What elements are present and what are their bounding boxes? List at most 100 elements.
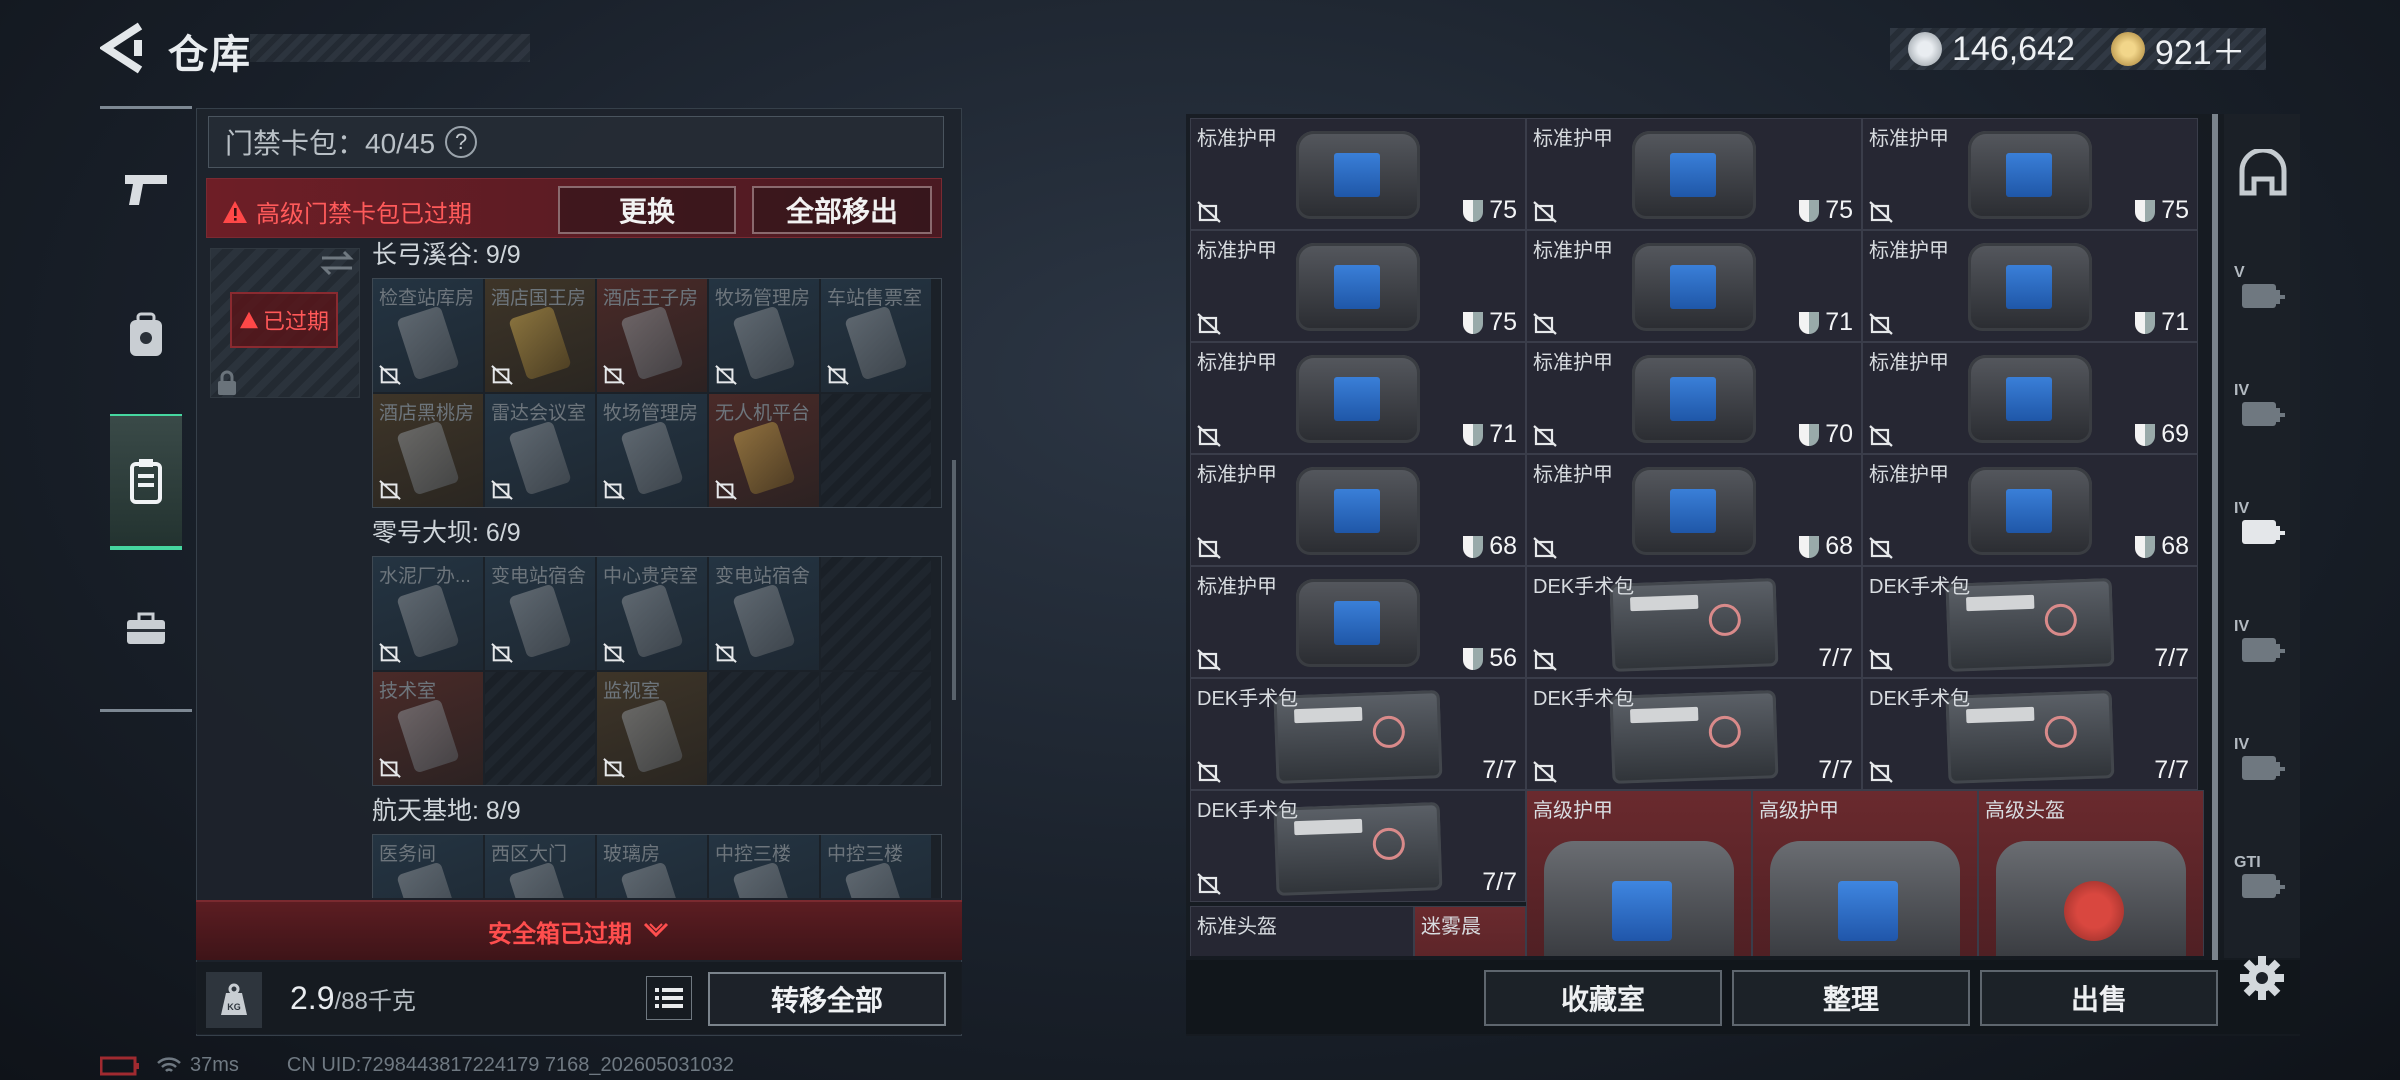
no-trade-icon: [379, 758, 401, 778]
advanced-helmet-item[interactable]: 高级头盔: [1978, 790, 2204, 956]
armor-item[interactable]: 标准护甲 71: [1862, 230, 2198, 342]
keycard-slot[interactable]: 车站售票室: [821, 279, 931, 392]
keycard-slot[interactable]: 变电站宿舍: [485, 557, 595, 670]
replace-button[interactable]: 更换: [558, 186, 736, 234]
keycard-slot[interactable]: 监视室: [597, 672, 707, 785]
medkit-slot-icon[interactable]: IV: [2232, 498, 2294, 564]
no-trade-icon: [1197, 537, 1221, 559]
keycard-slot[interactable]: 技术室: [373, 672, 483, 785]
keycard-slot[interactable]: 酒店黑桃房: [373, 394, 483, 507]
armor-item[interactable]: 标准护甲 75: [1190, 230, 1526, 342]
nav-weapons[interactable]: [110, 144, 182, 234]
sort-button[interactable]: 整理: [1732, 970, 1970, 1026]
nav-briefcase[interactable]: [110, 584, 182, 674]
keycard-slot[interactable]: 西区大门: [485, 835, 595, 898]
keycard-slot[interactable]: 中控三楼: [821, 835, 931, 898]
medkit-slot-icon[interactable]: IV: [2232, 616, 2294, 682]
helmet-slot-icon[interactable]: [2232, 140, 2294, 206]
move-all-button[interactable]: 全部移出: [752, 186, 932, 234]
keycard-slot[interactable]: 酒店国王房: [485, 279, 595, 392]
backpack-icon: [130, 312, 162, 356]
armor-item[interactable]: 标准护甲 71: [1526, 230, 1862, 342]
scrollbar[interactable]: [952, 460, 956, 700]
keycard-slot[interactable]: 酒店王子房: [597, 279, 707, 392]
shield-icon: [2135, 311, 2156, 334]
keycard-name: 医务间: [379, 844, 437, 865]
transfer-all-button[interactable]: 转移全部: [708, 972, 946, 1026]
keycard-slot[interactable]: 牧场管理房: [597, 394, 707, 507]
list-view-button[interactable]: [646, 976, 692, 1020]
surgery-kit-item[interactable]: DEK手术包 7/7: [1190, 678, 1526, 790]
keycard-name: 变电站宿舍: [715, 566, 811, 587]
keycard-slot[interactable]: 玻璃房: [597, 835, 707, 898]
item-name: 高级头盔: [1985, 800, 2065, 822]
keycard-sections: 长弓溪谷: 9/9 检查站库房 酒店国王房 酒店王子房 牧场管理房 车站售票室 酒店黑桃房雷…: [372, 238, 942, 898]
keycard-slot[interactable]: 中控三楼: [709, 835, 819, 898]
no-trade-icon: [491, 643, 513, 663]
back-arrow-icon[interactable]: [100, 22, 144, 74]
armor-item[interactable]: 标准护甲 75: [1862, 118, 2198, 230]
medkit-slot-icon[interactable]: IV: [2232, 380, 2294, 446]
surgery-kit-item[interactable]: DEK手术包 7/7: [1862, 678, 2198, 790]
no-trade-icon: [1533, 313, 1557, 335]
keycard-slot[interactable]: 检查站库房: [373, 279, 483, 392]
armor-item[interactable]: 标准护甲 68: [1862, 454, 2198, 566]
keycard-image: [620, 420, 684, 496]
armor-slot-icon[interactable]: V: [2232, 262, 2294, 328]
shield-icon: [1799, 199, 1820, 222]
gold-amount[interactable]: 921＋: [2155, 25, 2246, 74]
keycard-slot[interactable]: 医务间: [373, 835, 483, 898]
item-name: 标准护甲: [1197, 576, 1277, 598]
keycard-slot[interactable]: 无人机平台: [709, 394, 819, 507]
surgery-kit-item[interactable]: DEK手术包 7/7: [1526, 678, 1862, 790]
keycard-name: 中控三楼: [827, 844, 904, 865]
advanced-armor-item[interactable]: 高级护甲: [1752, 790, 1978, 956]
advanced-armor-item[interactable]: 高级护甲: [1526, 790, 1752, 956]
gear-icon[interactable]: [2238, 954, 2286, 1002]
armor-item[interactable]: 标准护甲 70: [1526, 342, 1862, 454]
armor-item[interactable]: 标准护甲 75: [1526, 118, 1862, 230]
surgery-kit-item[interactable]: DEK手术包 7/7: [1190, 790, 1526, 902]
standard-helmet-item[interactable]: 标准头盔: [1190, 906, 1414, 956]
stash-scrollbar[interactable]: [2212, 114, 2218, 960]
keycard-name: 西区大门: [491, 844, 568, 865]
armor-item[interactable]: 标准护甲 71: [1190, 342, 1526, 454]
helmet-image: [1996, 841, 2186, 956]
swap-icon[interactable]: [320, 250, 354, 276]
no-trade-icon: [491, 480, 513, 500]
weapon-slot-icon[interactable]: IV: [2232, 734, 2294, 800]
item-durability: 7/7: [1818, 644, 1853, 673]
surgery-kit-item[interactable]: DEK手术包 7/7: [1526, 566, 1862, 678]
no-trade-icon: [1869, 201, 1893, 223]
no-trade-icon: [1533, 425, 1557, 447]
armor-item[interactable]: 标准护甲 69: [1862, 342, 2198, 454]
armor-item[interactable]: 标准护甲 68: [1526, 454, 1862, 566]
keycard-image: [508, 305, 572, 381]
keycard-slot[interactable]: 牧场管理房: [709, 279, 819, 392]
keycard-image: [844, 305, 908, 381]
keycard-name: 牧场管理房: [715, 288, 811, 309]
tier-label: IV: [2234, 382, 2250, 399]
item-slot[interactable]: 迷雾晨: [1414, 906, 1526, 956]
surgery-kit-item[interactable]: DEK手术包 7/7: [1862, 566, 2198, 678]
expired-warning-text: 高级门禁卡包已过期: [256, 201, 472, 228]
armor-image: [1632, 243, 1756, 331]
gt-slot-icon[interactable]: GTI: [2232, 852, 2294, 918]
safebox-expired-bar[interactable]: 安全箱已过期: [196, 900, 962, 960]
nav-keycard-case[interactable]: [110, 414, 182, 550]
keycard-slot[interactable]: 变电站宿舍: [709, 557, 819, 670]
keycard-slot[interactable]: 水泥厂办...: [373, 557, 483, 670]
nav-backpack[interactable]: [110, 290, 182, 380]
no-trade-icon: [1533, 201, 1557, 223]
keycard-slot[interactable]: 雷达会议室: [485, 394, 595, 507]
keycard-slot[interactable]: 中心贵宾室: [597, 557, 707, 670]
armor-item[interactable]: 标准护甲 75: [1190, 118, 1526, 230]
help-button[interactable]: ?: [445, 126, 478, 158]
sell-button[interactable]: 出售: [1980, 970, 2218, 1026]
item-name: 标准护甲: [1869, 464, 1949, 486]
item-value: 7/7: [2154, 644, 2189, 672]
armor-item[interactable]: 标准护甲 56: [1190, 566, 1526, 678]
armor-item[interactable]: 标准护甲 68: [1190, 454, 1526, 566]
item-value: 56: [1489, 644, 1517, 672]
collection-room-button[interactable]: 收藏室: [1484, 970, 1722, 1026]
